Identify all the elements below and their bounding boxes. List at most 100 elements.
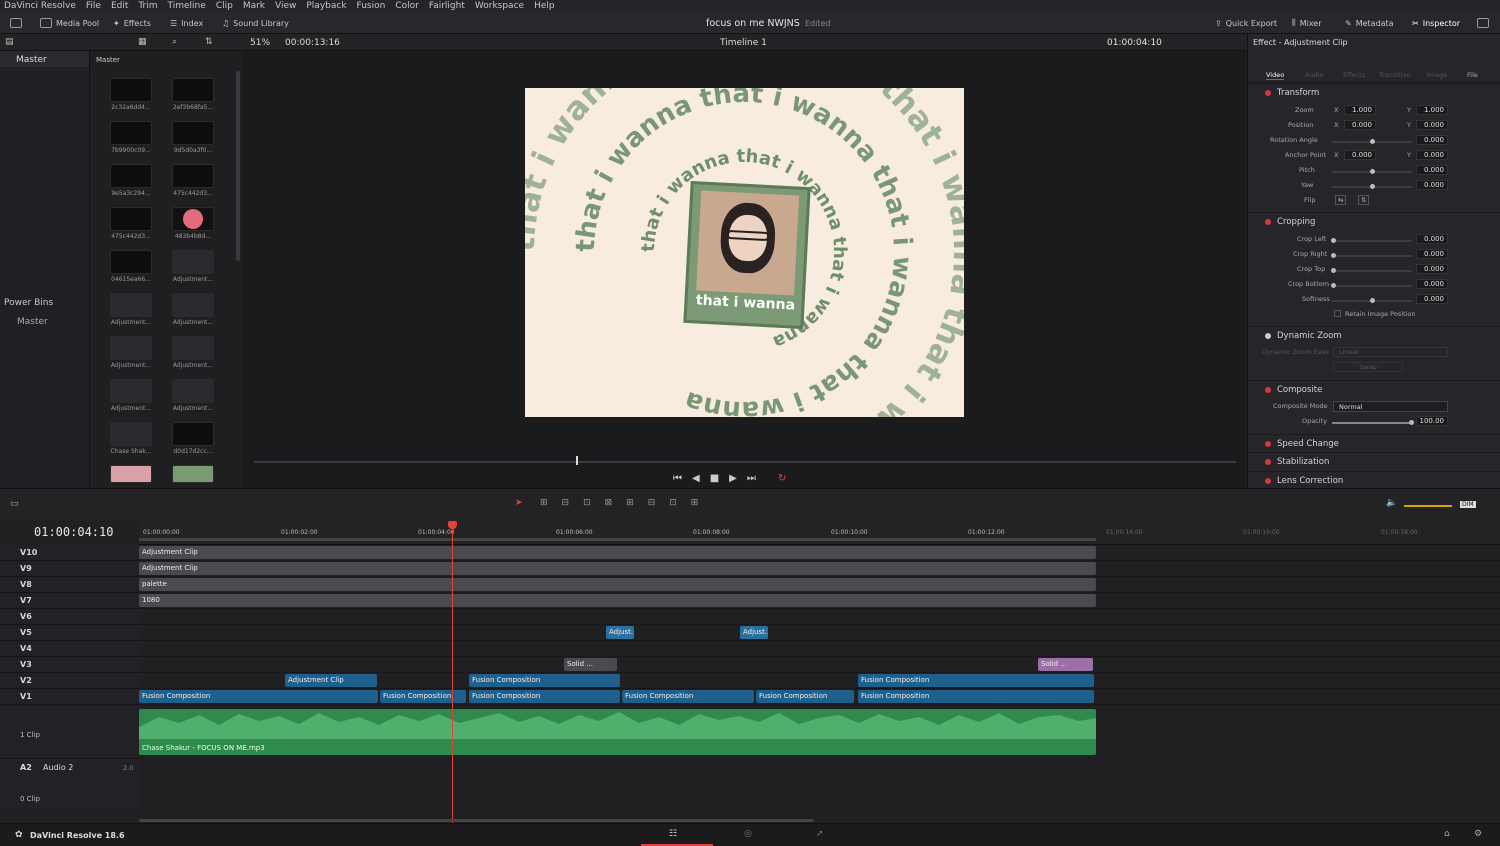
timeline-ruler[interactable]: 01:00:00:00 01:00:02:00 01:00:04:00 01:0… (139, 521, 1500, 545)
speed-change-section[interactable]: Speed Change (1248, 434, 1500, 452)
metadata-button[interactable]: ✎ Metadata (1345, 12, 1394, 34)
position-y-field[interactable]: 0.000 (1416, 120, 1448, 130)
yaw-field[interactable]: 0.000 (1416, 180, 1448, 190)
menu-item[interactable]: Edit (111, 1, 128, 11)
transport-controls[interactable]: ⏮◀■▶⏭ (673, 473, 766, 484)
page-tab-color-icon[interactable]: ◎ (744, 829, 752, 839)
media-thumb[interactable] (172, 250, 214, 274)
tab-transition[interactable]: Transition (1379, 71, 1410, 79)
opacity-field[interactable]: 100.00 (1416, 416, 1448, 426)
search-icon[interactable]: ⌕ (172, 37, 177, 47)
zoom-y-field[interactable]: 1.000 (1416, 105, 1448, 115)
tab-audio[interactable]: Audio (1305, 71, 1323, 79)
track-header-v2[interactable]: V2 (0, 673, 139, 689)
inspector-button[interactable]: ✂ Inspector (1412, 12, 1460, 34)
timeline-scrollbar[interactable] (139, 819, 814, 822)
menu-item[interactable]: Color (395, 1, 419, 11)
timeline-clip[interactable]: palette (139, 578, 1096, 591)
timeline-clip[interactable]: Fusion Composition (139, 690, 378, 703)
tab-image[interactable]: Image (1427, 71, 1447, 79)
crop-right-field[interactable]: 0.000 (1416, 249, 1448, 259)
playhead-handle[interactable] (448, 521, 457, 529)
media-thumb[interactable] (172, 121, 214, 145)
zoom-level[interactable]: 51% (250, 38, 270, 48)
volume-icon[interactable]: 🔈 (1386, 498, 1397, 508)
menu-item[interactable]: Trim (138, 1, 157, 11)
track-header-v10[interactable]: V10 (0, 545, 139, 561)
media-pool-button[interactable]: Media Pool (40, 12, 99, 34)
anchor-x-field[interactable]: 0.000 (1344, 150, 1376, 160)
quick-export-button[interactable]: ⇪ Quick Export (1215, 12, 1277, 34)
anchor-y-field[interactable]: 0.000 (1416, 150, 1448, 160)
dynamic-zoom-section[interactable]: Dynamic Zoom (1248, 326, 1500, 344)
transform-section[interactable]: Transform (1248, 83, 1500, 101)
timeline-clip[interactable]: Fusion Composition (469, 690, 620, 703)
media-thumb[interactable] (110, 121, 152, 145)
sort-icon[interactable]: ⇅ (205, 37, 213, 47)
timeline-clip[interactable]: Fusion Composition (756, 690, 854, 703)
track-header-v6[interactable]: V6 (0, 609, 139, 625)
crop-top-field[interactable]: 0.000 (1416, 264, 1448, 274)
timeline-clip[interactable]: Adjustment Clip (139, 562, 1096, 575)
media-thumb[interactable] (172, 293, 214, 317)
timeline-clip[interactable]: Fusion Composition (622, 690, 754, 703)
loop-icon[interactable]: ↻ (778, 473, 786, 484)
composite-section[interactable]: Composite (1248, 380, 1500, 398)
media-thumb[interactable] (172, 465, 214, 483)
media-thumb[interactable] (172, 164, 214, 188)
track-header-v4[interactable]: V4 (0, 641, 139, 657)
mixer-button[interactable]: ⫼ Mixer (1292, 12, 1322, 34)
bin-list-icon[interactable]: ▤ (5, 37, 14, 47)
timeline-playhead[interactable] (452, 521, 453, 823)
track-header-v3[interactable]: V3 (0, 657, 139, 673)
sound-library-button[interactable]: ♫ Sound Library (222, 12, 289, 34)
scrubber-playhead[interactable] (576, 456, 578, 465)
timeline-clip[interactable]: Adjust... (606, 626, 634, 639)
media-thumb[interactable] (110, 336, 152, 360)
selection-tool-icon[interactable]: ➤ (515, 498, 523, 508)
menu-item[interactable]: Clip (216, 1, 233, 11)
media-thumb[interactable] (172, 336, 214, 360)
dim-button[interactable]: DIM (1460, 501, 1476, 508)
pitch-field[interactable]: 0.000 (1416, 165, 1448, 175)
tab-effects[interactable]: Effects (1343, 71, 1365, 79)
swap-button[interactable]: Swap (1333, 362, 1403, 372)
audio-clip[interactable]: Chase Shakur - FOCUS ON ME.mp3 (139, 709, 1096, 755)
timeline-selector[interactable]: Timeline 1 (720, 38, 767, 48)
page-tab-edit[interactable]: ☷ (641, 824, 713, 846)
crop-bottom-field[interactable]: 0.000 (1416, 279, 1448, 289)
softness-field[interactable]: 0.000 (1416, 294, 1448, 304)
crop-left-field[interactable]: 0.000 (1416, 234, 1448, 244)
timeline-clip[interactable]: Fusion Composition (858, 674, 1094, 687)
index-button[interactable]: ☰ Index (170, 12, 203, 34)
menu-item[interactable]: File (86, 1, 101, 11)
media-thumb[interactable] (110, 293, 152, 317)
menu-item[interactable]: Fairlight (429, 1, 465, 11)
track-header-v7[interactable]: V7 (0, 593, 139, 609)
media-pool-scrollbar[interactable] (236, 71, 240, 261)
menu-item[interactable]: Fusion (357, 1, 386, 11)
viewer-scrubber[interactable] (254, 461, 1236, 463)
timeline-options-icon[interactable]: ▭ (10, 499, 19, 509)
track-header-v8[interactable]: V8 (0, 577, 139, 593)
retain-checkbox[interactable] (1334, 310, 1341, 317)
track-header-v9[interactable]: V9 (0, 561, 139, 577)
track-header-a1[interactable]: 1 Clip (0, 707, 139, 757)
expand-button[interactable] (1477, 12, 1489, 34)
home-icon[interactable]: ⌂ (1444, 829, 1450, 839)
edit-tools[interactable]: ⊞⊟⊡⊠⊞⊟⊡⊞ (540, 498, 712, 508)
settings-gear-icon[interactable]: ⚙ (1474, 829, 1482, 839)
menu-item[interactable]: Help (534, 1, 555, 11)
volume-slider[interactable] (1404, 505, 1452, 507)
zoom-x-field[interactable]: 1.000 (1344, 105, 1376, 115)
position-x-field[interactable]: 0.000 (1344, 120, 1376, 130)
timeline-clip[interactable]: Solid ... (1038, 658, 1093, 671)
media-thumb[interactable] (110, 164, 152, 188)
media-thumb[interactable] (110, 422, 152, 446)
dynamic-zoom-ease-select[interactable]: Linear (1333, 347, 1448, 357)
flip-horizontal-icon[interactable]: ⇆ (1335, 195, 1347, 205)
media-thumb[interactable] (110, 250, 152, 274)
media-thumb[interactable] (172, 207, 214, 231)
media-thumb[interactable] (172, 379, 214, 403)
timeline-clip[interactable]: Fusion Composition (858, 690, 1094, 703)
